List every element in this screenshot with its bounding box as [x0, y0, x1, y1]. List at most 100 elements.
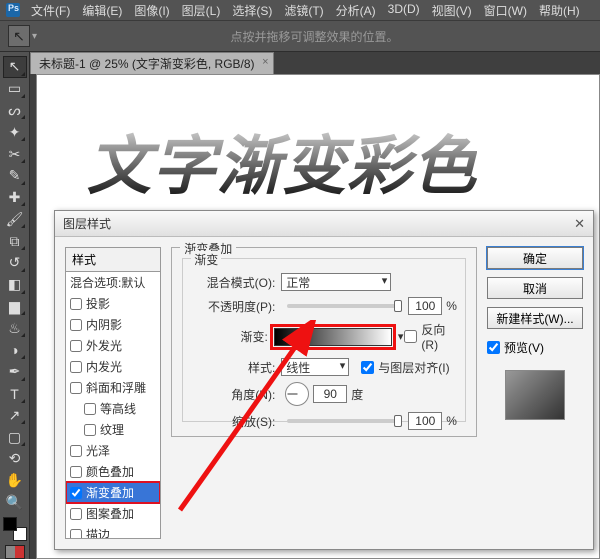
effect-pattern-overlay[interactable]: 图案叠加: [66, 503, 160, 524]
menu-help[interactable]: 帮助(H): [534, 0, 585, 21]
tool-history[interactable]: ↺: [3, 252, 27, 274]
menu-view[interactable]: 视图(V): [427, 0, 477, 21]
style-combo[interactable]: 线性: [281, 358, 349, 376]
tool-shape[interactable]: ▢: [3, 426, 27, 448]
scale-value[interactable]: 100: [408, 412, 442, 430]
dialog-title: 图层样式: [63, 215, 111, 232]
tool-dodge[interactable]: ◑: [3, 339, 27, 361]
preview-check[interactable]: [487, 341, 500, 354]
menu-3d[interactable]: 3D(D): [383, 0, 425, 21]
effect-outer-glow-check[interactable]: [70, 340, 82, 352]
effect-contour-check[interactable]: [84, 403, 96, 415]
blend-mode-combo[interactable]: 正常: [281, 273, 391, 291]
gradient-swatch[interactable]: [274, 328, 393, 346]
menu-layer[interactable]: 图层(L): [177, 0, 226, 21]
inner-title: 渐变: [191, 251, 221, 268]
opacity-slider[interactable]: [287, 304, 402, 308]
align-label: 与图层对齐(I): [378, 359, 449, 376]
menu-image[interactable]: 图像(I): [129, 0, 174, 21]
style-value: 线性: [286, 359, 310, 376]
close-icon[interactable]: ×: [262, 56, 268, 68]
tool-eraser[interactable]: ◧: [3, 274, 27, 296]
effect-drop-shadow[interactable]: 投影: [66, 293, 160, 314]
quick-mask-toggle[interactable]: [5, 545, 25, 559]
effect-inner-glow[interactable]: 内发光: [66, 356, 160, 377]
options-hint: 点按并拖移可调整效果的位置。: [37, 28, 592, 45]
effect-pattern-overlay-check[interactable]: [70, 508, 82, 520]
pct-label-2: %: [446, 414, 457, 428]
effect-label: 纹理: [100, 421, 124, 438]
document-tab[interactable]: 未标题-1 @ 25% (文字渐变彩色, RGB/8) ×: [30, 52, 274, 74]
app-icon: [6, 3, 20, 17]
effect-texture[interactable]: 纹理: [66, 419, 160, 440]
menu-file[interactable]: 文件(F): [26, 0, 75, 21]
effect-satin[interactable]: 光泽: [66, 440, 160, 461]
menu-window[interactable]: 窗口(W): [479, 0, 532, 21]
menu-analysis[interactable]: 分析(A): [331, 0, 381, 21]
tool-3d[interactable]: ⟲: [3, 448, 27, 470]
tool-brush[interactable]: 🖌: [3, 208, 27, 230]
effect-label: 投影: [86, 295, 110, 312]
effect-color-overlay-check[interactable]: [70, 466, 82, 478]
angle-value[interactable]: 90: [313, 385, 347, 403]
align-check[interactable]: [361, 361, 374, 374]
angle-unit: 度: [351, 386, 363, 403]
effect-inner-glow-check[interactable]: [70, 361, 82, 373]
blend-options-row[interactable]: 混合选项:默认: [66, 272, 160, 293]
effect-stroke[interactable]: 描边: [66, 524, 160, 538]
angle-label: 角度(N):: [191, 386, 275, 403]
angle-dial[interactable]: [285, 382, 309, 406]
menu-edit[interactable]: 编辑(E): [77, 0, 127, 21]
opacity-value[interactable]: 100: [408, 297, 442, 315]
move-tool-icon[interactable]: ↖: [8, 25, 30, 47]
scale-slider[interactable]: [287, 419, 402, 423]
new-style-button[interactable]: 新建样式(W)...: [487, 307, 583, 329]
tool-stamp[interactable]: ⧉: [3, 230, 27, 252]
tool-marquee[interactable]: ▭: [3, 78, 27, 100]
effect-texture-check[interactable]: [84, 424, 96, 436]
effect-drop-shadow-check[interactable]: [70, 298, 82, 310]
effect-gradient-overlay-check[interactable]: [70, 487, 82, 499]
effect-satin-check[interactable]: [70, 445, 82, 457]
effect-color-overlay[interactable]: 颜色叠加: [66, 461, 160, 482]
effect-inner-shadow[interactable]: 内阴影: [66, 314, 160, 335]
effect-outer-glow[interactable]: 外发光: [66, 335, 160, 356]
tool-path[interactable]: ↗: [3, 405, 27, 427]
effect-stroke-check[interactable]: [70, 529, 82, 539]
tool-blur[interactable]: ♨: [3, 317, 27, 339]
tool-move[interactable]: ↖: [3, 56, 27, 78]
tool-wand[interactable]: ✦: [3, 121, 27, 143]
effect-label: 斜面和浮雕: [86, 379, 146, 396]
toolbox: ↖ ▭ ᔕ ✦ ✂ ✎ ✚ 🖌 ⧉ ↺ ◧ ▆ ♨ ◑ ✒ T ↗ ▢ ⟲ ✋ …: [0, 52, 30, 559]
reverse-check[interactable]: [404, 330, 417, 343]
canvas-text-layer: 文字渐变彩色: [87, 115, 477, 207]
effect-gradient-overlay[interactable]: 渐变叠加: [66, 482, 160, 503]
effect-bevel[interactable]: 斜面和浮雕: [66, 377, 160, 398]
tool-crop[interactable]: ✂: [3, 143, 27, 165]
tool-type[interactable]: T: [3, 383, 27, 405]
cancel-button[interactable]: 取消: [487, 277, 583, 299]
menu-select[interactable]: 选择(S): [227, 0, 277, 21]
tool-pen[interactable]: ✒: [3, 361, 27, 383]
fg-bg-swatch[interactable]: [3, 517, 27, 541]
layer-style-dialog: 图层样式 ✕ 样式 混合选项:默认 投影 内阴影 外发光 内发光 斜面和浮雕 等…: [54, 210, 594, 550]
dialog-close-icon[interactable]: ✕: [574, 216, 585, 232]
menu-filter[interactable]: 滤镜(T): [279, 0, 328, 21]
ok-button[interactable]: 确定: [487, 247, 583, 269]
effect-contour[interactable]: 等高线: [66, 398, 160, 419]
effect-inner-shadow-check[interactable]: [70, 319, 82, 331]
tool-zoom[interactable]: 🔍: [3, 492, 27, 514]
tool-hand[interactable]: ✋: [3, 470, 27, 492]
effect-label: 外发光: [86, 337, 122, 354]
tool-eyedropper[interactable]: ✎: [3, 165, 27, 187]
effect-label: 内阴影: [86, 316, 122, 333]
preview-label: 预览(V): [504, 339, 544, 356]
scale-label: 缩放(S):: [191, 413, 275, 430]
styles-header[interactable]: 样式: [66, 248, 160, 272]
pct-label: %: [446, 299, 457, 313]
tool-gradient[interactable]: ▆: [3, 296, 27, 318]
tool-heal[interactable]: ✚: [3, 187, 27, 209]
gradient-label: 渐变:: [191, 328, 268, 345]
tool-lasso[interactable]: ᔕ: [3, 100, 27, 122]
effect-bevel-check[interactable]: [70, 382, 82, 394]
